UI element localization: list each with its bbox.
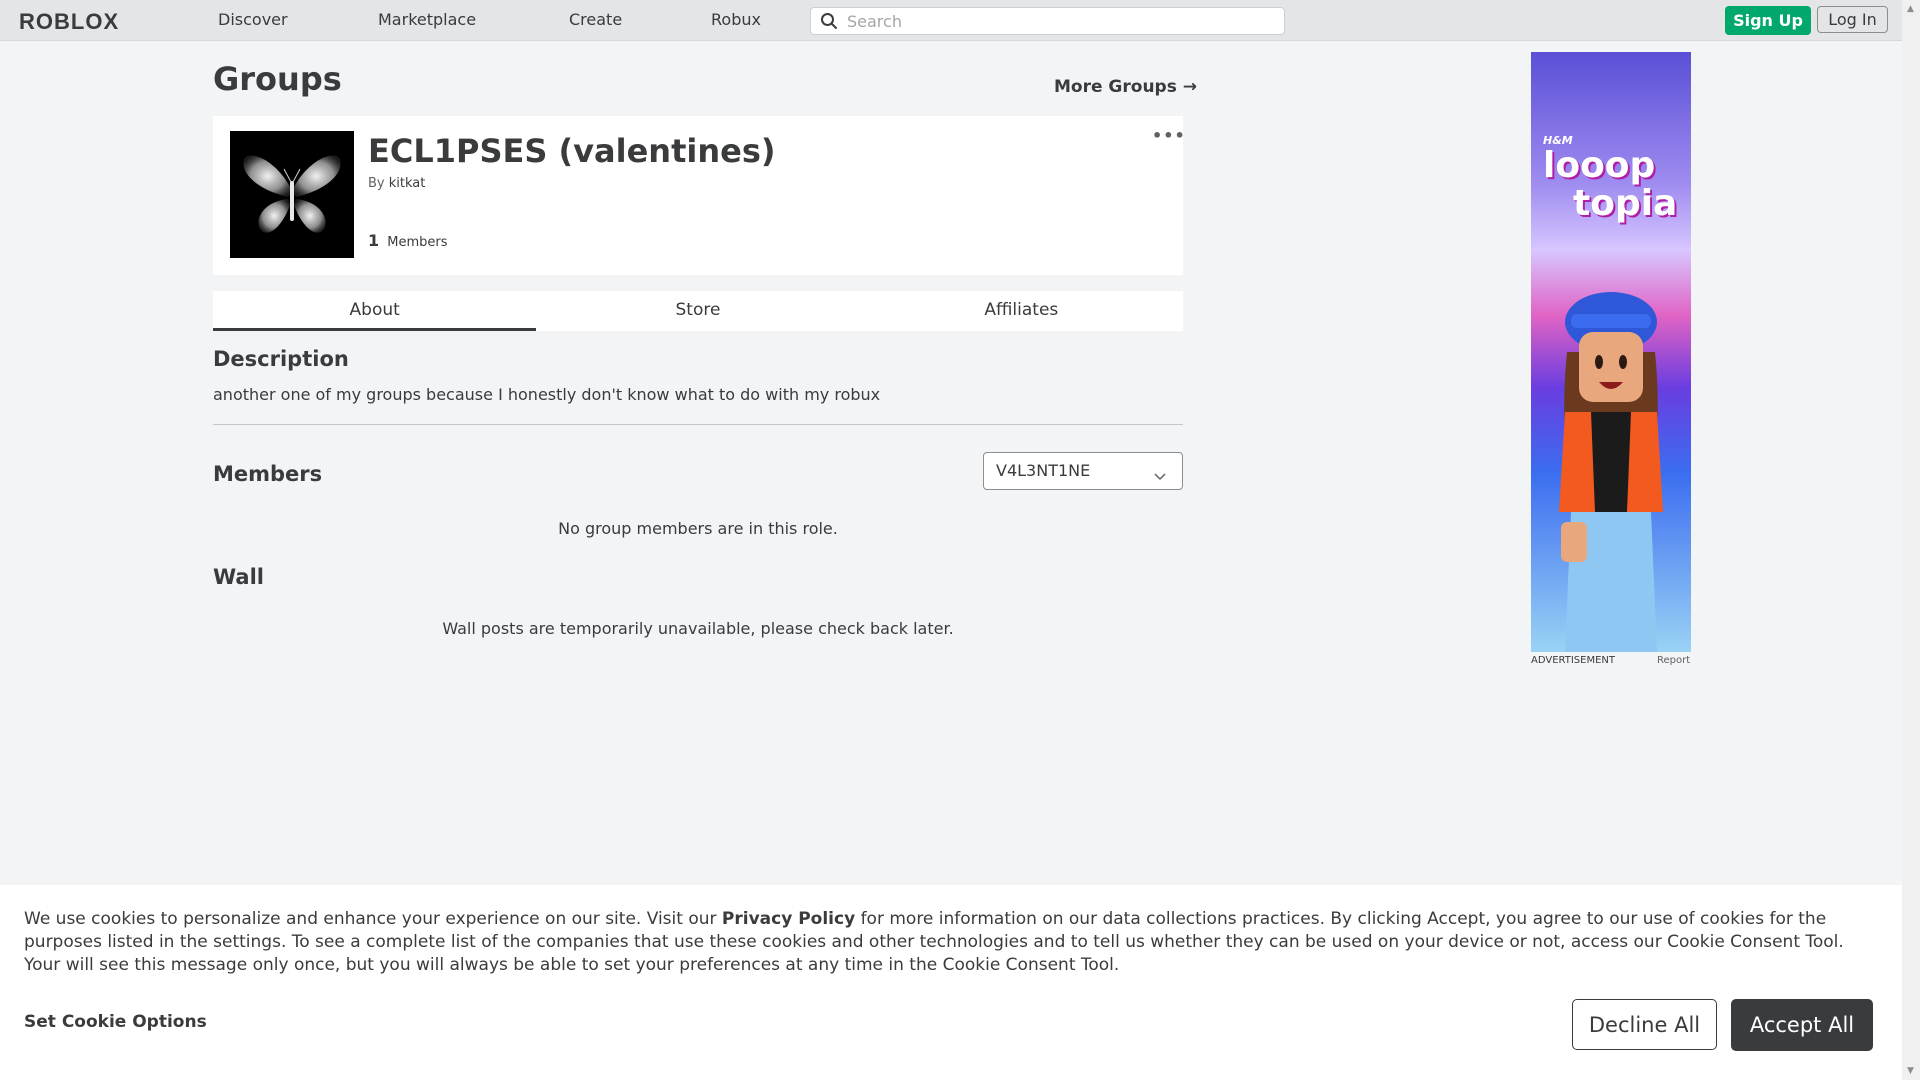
privacy-policy-link[interactable]: Privacy Policy [722, 909, 855, 929]
description-heading: Description [213, 347, 349, 371]
wall-unavailable-message: Wall posts are temporarily unavailable, … [442, 619, 954, 638]
advertisement-label: ADVERTISEMENT [1531, 655, 1616, 666]
accept-all-button[interactable]: Accept All [1731, 999, 1873, 1051]
ad-avatar-image [1559, 292, 1663, 652]
group-header-card: ECL1PSES (valentines) By kitkat 1 Member… [213, 116, 1186, 275]
butterfly-icon [243, 155, 341, 233]
description-text: another one of my groups because I hones… [213, 385, 881, 404]
cookie-text: We use cookies to personalize and enhanc… [24, 908, 1884, 977]
nav-create[interactable]: Create [569, 10, 622, 29]
members-empty-message: No group members are in this role. [558, 519, 838, 538]
member-count-label: Members [387, 235, 448, 250]
search-box [810, 7, 1285, 35]
wall-heading: Wall [213, 565, 264, 589]
tab-store[interactable]: Store [536, 291, 859, 331]
section-divider [213, 424, 1183, 425]
tab-affiliates[interactable]: Affiliates [860, 291, 1183, 331]
nav-discover[interactable]: Discover [218, 10, 288, 29]
group-name: ECL1PSES (valentines) [368, 132, 776, 170]
login-button[interactable]: Log In [1817, 6, 1888, 33]
search-icon[interactable] [820, 12, 838, 34]
member-count-value: 1 [368, 231, 380, 250]
ad-report-link[interactable]: Report [1657, 655, 1690, 666]
group-member-count: 1 Members [368, 231, 448, 250]
page-scrollbar[interactable]: ▲ ▼ [1902, 0, 1920, 1080]
by-label: By [368, 176, 385, 191]
top-navbar: ROBLOX Discover Marketplace Create Robux… [0, 0, 1902, 41]
nav-robux[interactable]: Robux [711, 10, 761, 29]
decline-all-button[interactable]: Decline All [1572, 999, 1717, 1050]
role-dropdown[interactable]: V4L3NT1NE [983, 452, 1183, 490]
cookie-text-before: We use cookies to personalize and enhanc… [24, 909, 722, 929]
roblox-logo[interactable]: ROBLOX [19, 9, 119, 35]
group-tabs: About Store Affiliates [213, 291, 1183, 331]
members-heading: Members [213, 462, 323, 486]
more-options-icon[interactable]: ••• [1152, 126, 1186, 145]
signup-button[interactable]: Sign Up [1725, 6, 1811, 35]
group-owner-line: By kitkat [368, 176, 425, 191]
advertisement-banner[interactable]: H&M looop topia [1531, 52, 1691, 652]
scroll-up-arrow-icon[interactable]: ▲ [1907, 4, 1914, 14]
nav-marketplace[interactable]: Marketplace [378, 10, 476, 29]
tab-about[interactable]: About [213, 291, 537, 331]
group-thumbnail [230, 131, 354, 258]
cookie-consent-banner: We use cookies to personalize and enhanc… [0, 885, 1902, 1080]
chevron-down-icon [1154, 466, 1166, 485]
search-input[interactable] [845, 10, 1269, 32]
set-cookie-options-link[interactable]: Set Cookie Options [24, 1012, 207, 1032]
group-owner-link[interactable]: kitkat [389, 176, 426, 191]
scroll-down-arrow-icon[interactable]: ▼ [1907, 1066, 1914, 1076]
role-dropdown-value: V4L3NT1NE [996, 461, 1091, 480]
more-groups-link[interactable]: More Groups → [1054, 77, 1197, 97]
page-title: Groups [213, 60, 342, 98]
